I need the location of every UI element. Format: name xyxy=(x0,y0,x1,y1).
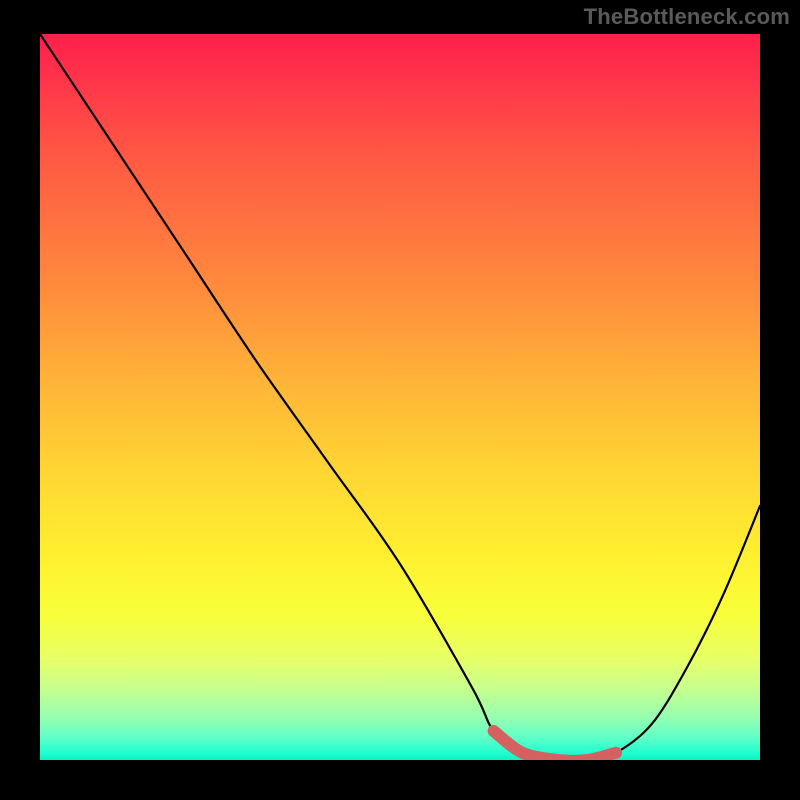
curve-svg xyxy=(40,34,760,760)
watermark-text: TheBottleneck.com xyxy=(584,4,790,30)
optimal-highlight xyxy=(494,731,616,760)
plot-area xyxy=(40,34,760,760)
chart-frame: TheBottleneck.com xyxy=(0,0,800,800)
bottleneck-curve xyxy=(40,34,760,760)
